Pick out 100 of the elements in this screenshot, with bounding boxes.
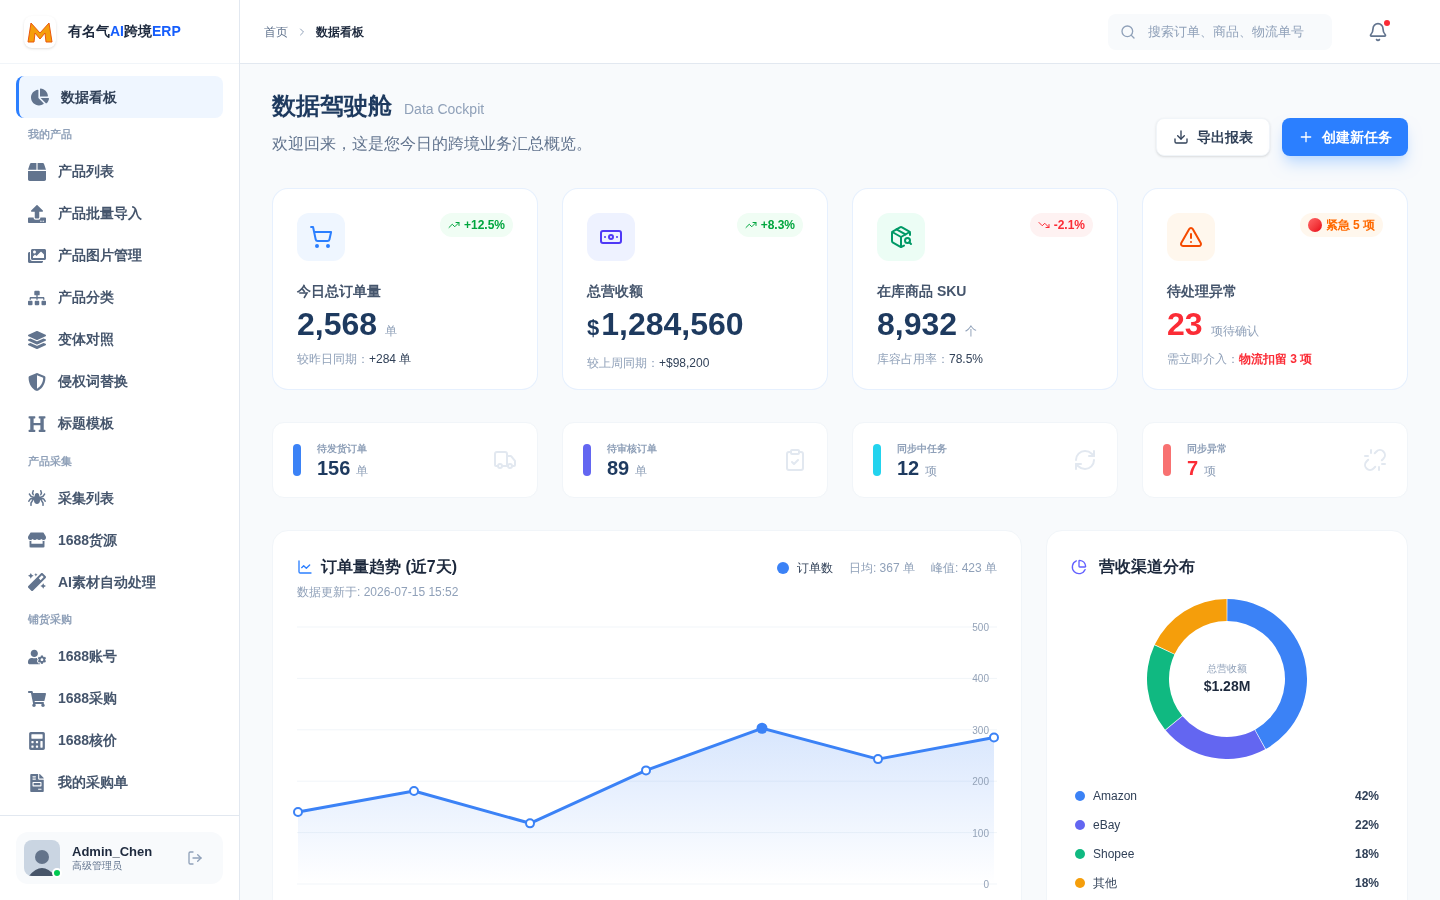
donut-center-label: 总营收额 [1207,662,1247,676]
channel-name: 其他 [1093,874,1118,892]
sidebar-item[interactable]: 侵权词替换 [16,360,223,403]
pie-chart-icon [1071,559,1087,575]
export-button[interactable]: 导出报表 [1156,118,1270,156]
queue-unit: 单 [635,462,648,480]
sidebar-item[interactable]: 产品批量导入 [16,192,223,235]
legend-label: 订单数 [796,560,833,577]
compare-label: 库容占用率： [877,351,949,368]
sidebar-item[interactable]: 产品分类 [16,276,223,319]
donut-center-value: $1.28M [1203,677,1251,696]
queue-label: 同步中任务 [897,441,948,456]
hierarchy-icon [28,288,46,307]
trend-up-icon [744,219,757,231]
queue-unit: 单 [356,462,369,480]
channel-name: Shopee [1093,845,1136,863]
data-point[interactable] [873,754,883,765]
breadcrumb-item: 数据看板 [316,23,364,41]
store-icon [28,531,46,549]
sidebar-item[interactable]: 1688核价 [16,719,223,762]
compare-value: 78.5% [949,351,984,368]
user-role: 高级管理员 [72,859,123,873]
sidebar-item[interactable]: 产品列表 [16,150,223,193]
stat-label: 今日总订单量 [297,282,382,301]
queue-label: 待审核订单 [607,441,658,456]
trend-up-icon [447,219,460,231]
compare-label: 较上周同期： [587,355,659,372]
y-tick-label: 400 [972,673,989,685]
y-tick-label: 0 [983,879,989,890]
shield-icon [28,372,46,391]
upload-icon [28,204,46,223]
peak-point[interactable] [756,722,768,734]
stat-label: 待处理异常 [1167,282,1238,301]
daily-average: 日均: 367 单 [848,560,915,577]
stat-label: 总营收额 [587,282,644,301]
stat-value: 8,932 [877,306,958,342]
stat-unit: 个 [965,323,978,340]
trend-down-icon [1037,219,1050,231]
cart-icon [28,689,46,708]
nav-section-label: 我的产品 [27,127,73,142]
sidebar-item[interactable]: 采集列表 [16,477,223,519]
trend-badge: +12.5% [439,213,513,237]
channel-name: eBay [1093,816,1122,834]
sidebar-item[interactable]: AI素材自动处理 [16,561,223,603]
breadcrumb-item[interactable]: 首页 [264,22,288,41]
package-search-icon [889,225,913,249]
create-task-button[interactable]: 创建新任务 [1282,118,1408,156]
data-point[interactable] [989,732,999,743]
sidebar-item[interactable]: 变体对照 [16,318,223,361]
sidebar-item[interactable]: 我的采购单 [16,761,223,804]
heading-icon [28,414,46,433]
logout-icon [187,850,203,866]
line-chart-icon [297,559,313,575]
images-icon [28,246,46,265]
channel-share: 22% [1354,817,1379,834]
sidebar-item[interactable]: 1688账号 [16,635,223,678]
search-icon [1120,23,1136,40]
sidebar-item[interactable]: 标题模板 [16,402,223,445]
calculator-icon [28,731,46,750]
data-point[interactable] [409,785,419,796]
stat-value: $1,284,560 [587,306,744,344]
data-point[interactable] [641,765,651,776]
clipboard-check-icon [783,448,807,472]
donut-slice[interactable] [1147,645,1183,730]
queue-unit: 项 [1204,462,1217,480]
channel-share: 42% [1354,788,1379,805]
sidebar-item[interactable]: 数据看板 [16,76,223,118]
queue-label: 同步异常 [1187,441,1228,456]
sidebar-item[interactable]: 1688货源 [16,519,223,561]
compare-label: 需立即介入： [1167,351,1239,368]
stat-unit: 单 [385,323,398,340]
search-bar[interactable]: 搜索订单、商品、物流单号 [1108,13,1332,50]
layers-icon [28,330,46,349]
data-point[interactable] [525,818,535,829]
donut-slice[interactable] [1154,599,1227,655]
channel-share: 18% [1354,875,1379,892]
page-title: 数据驾驶舱 [272,91,392,121]
card-title: 营收渠道分布 [1099,557,1195,577]
app-logo [24,15,56,48]
data-point[interactable] [293,807,303,818]
stat-label: 在库商品 SKU [877,282,968,301]
sidebar-item[interactable]: 产品图片管理 [16,234,223,277]
sidebar-item[interactable]: 1688采购 [16,677,223,720]
compare-value: +284 单 [369,351,412,368]
queue-value: 156 [317,455,351,480]
user-gear-icon [28,647,46,666]
box-icon [28,162,46,181]
compare-value: +$98,200 [659,355,710,372]
document-icon [28,773,46,792]
avatar [24,840,60,876]
queue-unit: 项 [925,462,938,480]
user-name: Admin_Chen [72,843,154,860]
search-field[interactable]: 搜索订单、商品、物流单号 [1148,21,1320,42]
donut-slice[interactable] [1165,716,1266,759]
trend-badge: +8.3% [736,213,803,237]
stat-value: 2,568 [297,306,378,342]
channel-name: Amazon [1093,787,1139,805]
stat-unit: 项待确认 [1210,323,1259,340]
broken-link-icon [1363,448,1387,472]
update-time: 数据更新于: 2026-07-15 15:52 [297,584,459,601]
